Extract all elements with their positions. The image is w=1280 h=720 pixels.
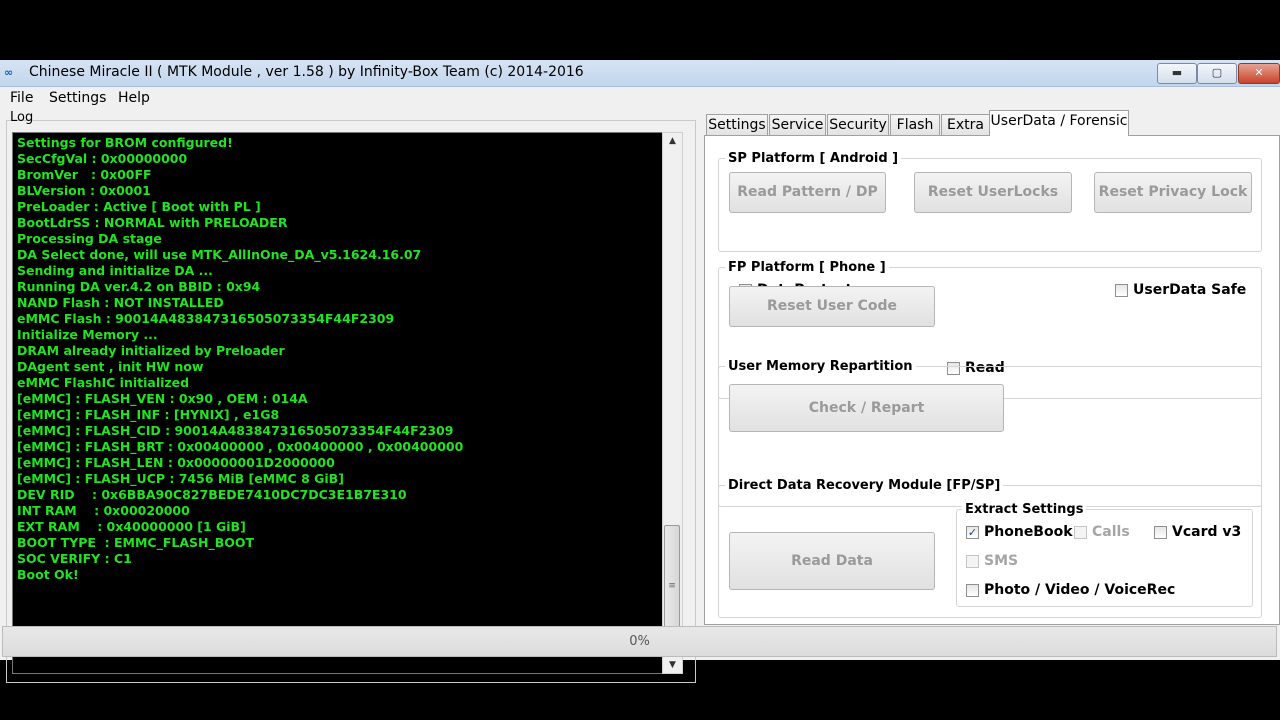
repartition-title: User Memory Repartition bbox=[725, 359, 916, 374]
userdata-forensic-panel: SP Platform [ Android ] Read Pattern / D… bbox=[704, 135, 1280, 625]
log-line: Sending and initialize DA ... bbox=[17, 263, 213, 278]
menu-settings[interactable]: Settings bbox=[49, 90, 106, 106]
log-line: BromVer : 0x00FF bbox=[17, 167, 152, 182]
reset-privacy-lock-button[interactable]: Reset Privacy Lock bbox=[1094, 172, 1252, 213]
sms-checkbox[interactable] bbox=[966, 555, 979, 568]
read-pattern-button[interactable]: Read Pattern / DP bbox=[729, 172, 886, 213]
tab-extra[interactable]: Extra bbox=[941, 114, 990, 135]
tab-service[interactable]: Service bbox=[769, 114, 826, 135]
tab-settings[interactable]: Settings bbox=[706, 114, 768, 135]
calls-label: Calls bbox=[1092, 524, 1130, 540]
log-line: Boot Ok! bbox=[17, 567, 79, 582]
app-window: ∞ Chinese Miracle II ( MTK Module , ver … bbox=[0, 60, 1280, 683]
log-lines: Settings for BROM configured! SecCfgVal … bbox=[17, 135, 463, 583]
menu-help[interactable]: Help bbox=[118, 90, 150, 106]
menu-bar: File Settings Help bbox=[0, 87, 1280, 109]
progress-bar: 0% bbox=[2, 626, 1277, 657]
infinity-box-icon: ∞ bbox=[4, 66, 14, 79]
log-line: BootLdrSS : NORMAL with PRELOADER bbox=[17, 215, 288, 230]
log-line: DRAM already initialized by Preloader bbox=[17, 343, 285, 358]
reset-userlocks-button[interactable]: Reset UserLocks bbox=[914, 172, 1072, 213]
log-line: Running DA ver.4.2 on BBID : 0x94 bbox=[17, 279, 261, 294]
phonebook-checkbox[interactable]: ✓ bbox=[966, 526, 979, 539]
phonebook-label: PhoneBook bbox=[984, 524, 1073, 540]
scroll-up-arrow-icon[interactable]: ▲ bbox=[663, 133, 682, 149]
sp-platform-title: SP Platform [ Android ] bbox=[725, 151, 902, 166]
check-repart-button[interactable]: Check / Repart bbox=[729, 384, 1004, 432]
log-line: eMMC Flash : 90014A483847316505073354F44… bbox=[17, 311, 395, 326]
close-button[interactable]: ✕ bbox=[1238, 63, 1280, 84]
log-line: Processing DA stage bbox=[17, 231, 162, 246]
log-line: SOC VERIFY : C1 bbox=[17, 551, 132, 566]
log-line: DAgent sent , init HW now bbox=[17, 359, 204, 374]
window-title: Chinese Miracle II ( MTK Module , ver 1.… bbox=[29, 64, 584, 80]
maximize-button[interactable]: ▢ bbox=[1197, 63, 1237, 84]
title-bar[interactable]: ∞ Chinese Miracle II ( MTK Module , ver … bbox=[0, 60, 1280, 87]
vcard-label: Vcard v3 bbox=[1172, 524, 1242, 540]
log-line: [eMMC] : FLASH_CID : 90014A4838473165050… bbox=[17, 423, 454, 438]
log-line: [eMMC] : FLASH_BRT : 0x00400000 , 0x0040… bbox=[17, 439, 464, 454]
photo-video-voicerec-label: Photo / Video / VoiceRec bbox=[984, 582, 1176, 598]
menu-file[interactable]: File bbox=[10, 90, 33, 106]
calls-checkbox[interactable] bbox=[1074, 526, 1087, 539]
progress-text: 0% bbox=[629, 634, 650, 649]
log-line: [eMMC] : FLASH_INF : [HYNIX] , e1G8 bbox=[17, 407, 280, 422]
recovery-title: Direct Data Recovery Module [FP/SP] bbox=[725, 478, 1004, 493]
read-data-button[interactable]: Read Data bbox=[729, 532, 935, 590]
log-line: NAND Flash : NOT INSTALLED bbox=[17, 295, 224, 310]
log-line: SecCfgVal : 0x00000000 bbox=[17, 151, 188, 166]
log-line: Initialize Memory ... bbox=[17, 327, 158, 342]
reset-user-code-button[interactable]: Reset User Code bbox=[729, 286, 935, 327]
fp-platform-title: FP Platform [ Phone ] bbox=[725, 260, 889, 275]
log-line: EXT RAM : 0x40000000 [1 GiB] bbox=[17, 519, 246, 534]
log-line: Settings for BROM configured! bbox=[17, 135, 233, 150]
log-line: DEV RID : 0x6BBA90C827BEDE7410DC7DC3E1B7… bbox=[17, 487, 407, 502]
log-line: BLVersion : 0x0001 bbox=[17, 183, 151, 198]
log-line: [eMMC] : FLASH_LEN : 0x00000001D2000000 bbox=[17, 455, 335, 470]
sms-label: SMS bbox=[984, 553, 1019, 569]
minimize-button[interactable]: ▬ bbox=[1157, 63, 1197, 84]
log-label: Log bbox=[10, 110, 34, 125]
log-line: eMMC FlashIC initialized bbox=[17, 375, 190, 390]
log-console: Settings for BROM configured! SecCfgVal … bbox=[12, 132, 664, 674]
extract-settings-title: Extract Settings bbox=[962, 502, 1087, 517]
log-line: DA Select done, will use MTK_AllInOne_DA… bbox=[17, 247, 422, 262]
scroll-down-arrow-icon[interactable]: ▼ bbox=[663, 657, 682, 673]
photo-video-voicerec-checkbox[interactable] bbox=[966, 584, 979, 597]
tab-userdata-forensic[interactable]: UserData / Forensic bbox=[989, 110, 1129, 136]
tab-flash[interactable]: Flash bbox=[890, 114, 940, 135]
log-line: [eMMC] : FLASH_UCP : 7456 MiB [eMMC 8 Gi… bbox=[17, 471, 344, 486]
log-line: INT RAM : 0x00020000 bbox=[17, 503, 190, 518]
log-line: PreLoader : Active [ Boot with PL ] bbox=[17, 199, 261, 214]
log-line: [eMMC] : FLASH_VEN : 0x90 , OEM : 014A bbox=[17, 391, 308, 406]
vcard-checkbox[interactable] bbox=[1154, 526, 1167, 539]
log-line: BOOT TYPE : EMMC_FLASH_BOOT bbox=[17, 535, 255, 550]
tab-security[interactable]: Security bbox=[827, 114, 889, 135]
log-scrollbar[interactable]: ▲ ≡ ▼ bbox=[662, 132, 683, 674]
